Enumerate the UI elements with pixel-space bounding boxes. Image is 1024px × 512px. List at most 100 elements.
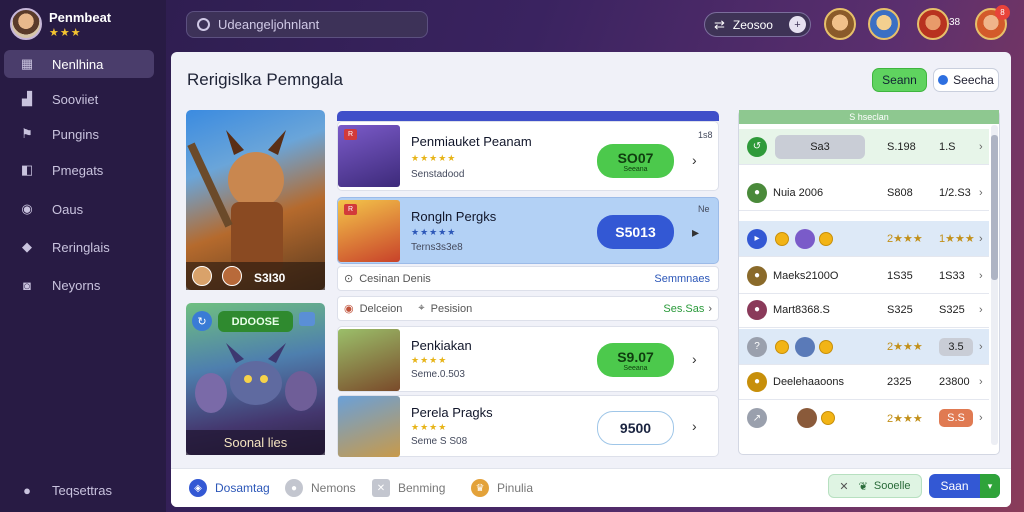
tab-1[interactable]: ● Nemons: [285, 478, 356, 498]
row-value-2: 1.S: [939, 140, 956, 153]
chat-icon[interactable]: [299, 312, 315, 326]
box-icon: ◧: [20, 162, 34, 177]
sidebar-item-2[interactable]: ⚑ Pungins: [4, 120, 154, 148]
info-right[interactable]: Ses.Sas: [663, 303, 704, 315]
table-row[interactable]: ↗ 2★★★ S.S ›: [739, 400, 989, 436]
chevron-down-icon[interactable]: ▾: [980, 474, 1000, 498]
coin-icon: [775, 339, 789, 354]
chevron-right-icon[interactable]: ›: [979, 270, 989, 282]
info-right[interactable]: Semmnaes: [654, 273, 710, 285]
chevron-right-icon[interactable]: ›: [979, 412, 989, 424]
puzzle-icon: ✕: [372, 479, 390, 497]
tab-label: Nemons: [311, 481, 356, 495]
schedule-button[interactable]: ✕ ❦ Sooelle: [828, 474, 922, 498]
tab-2[interactable]: ✕ Benming: [372, 478, 445, 498]
info-row[interactable]: ◉ Delceion ⌖ Pesision Ses.Sas ›: [337, 296, 719, 321]
row-value-1: 1S35: [887, 269, 913, 282]
item-subtitle: Terns3s3e8: [411, 242, 463, 253]
row-name: Nuia 2006: [773, 186, 824, 199]
close-icon: ✕: [839, 480, 849, 493]
tab-label: Dosamtag: [215, 481, 270, 495]
search-button-label: Seecha: [953, 73, 994, 87]
profile-name: Penmbeat: [49, 10, 112, 25]
table-row[interactable]: ● Maeks2100O 1S35 1S33 ›: [739, 258, 989, 294]
table-row[interactable]: ▸ 2★★★ 1★★★ ›: [739, 221, 989, 257]
price-button[interactable]: SO07 Seeana: [597, 144, 674, 178]
table-row[interactable]: ● Nuia 2006 S808 1/2.S3 ›: [739, 175, 989, 211]
featured-pill[interactable]: DDOOSE: [218, 311, 293, 332]
row-value-2: 1★★★: [939, 233, 975, 245]
coin-icon: [775, 231, 789, 246]
tab-0[interactable]: ◈ Dosamtag: [189, 478, 270, 498]
sidebar-item-1[interactable]: ▟ Sooviiet: [4, 85, 154, 113]
sidebar-item-label: Pungins: [52, 126, 99, 142]
primary-green-button[interactable]: Seann: [872, 68, 927, 92]
item-thumbnail: [338, 396, 400, 457]
row-value-1: 2★★★: [887, 233, 923, 245]
list-item[interactable]: Penkiakan ★★★★ Seme.0.503 S9.07 Seeana ›: [337, 326, 719, 392]
sidebar-item-0[interactable]: ▦ Nenlhina: [4, 50, 154, 78]
chevron-right-icon[interactable]: ›: [979, 187, 989, 199]
price-button[interactable]: S9.07 Seeana: [597, 343, 674, 377]
sidebar-item-3[interactable]: ◧ Pmegats: [4, 156, 154, 184]
chevron-right-icon[interactable]: ›: [979, 341, 989, 353]
table-row[interactable]: ● Mart8368.S S325 S325 ›: [739, 292, 989, 328]
sidebar-item-4[interactable]: ◉ Oaus: [4, 195, 154, 223]
page-title: Rerigislka Pemngala: [187, 70, 343, 89]
search-placeholder: Udeangeljohnlant: [218, 17, 320, 32]
chevron-right-icon[interactable]: ›: [979, 304, 989, 316]
sidebar-item-5[interactable]: ◆ Reringlais: [4, 233, 154, 261]
row-value-1: 2★★★: [887, 341, 923, 353]
coins-value: Zeosoo: [732, 17, 773, 32]
tab-3[interactable]: ♛ Pinulia: [471, 478, 533, 498]
play-icon: ▸: [747, 228, 767, 249]
hero-avatar-3[interactable]: [917, 8, 949, 40]
chevron-right-icon[interactable]: ›: [692, 418, 697, 434]
price-caption: Seeana: [623, 364, 648, 372]
hero-icon: [795, 336, 815, 357]
refresh-icon: ↺: [747, 136, 767, 157]
sidebar-item-6[interactable]: ◙ Neyorns: [4, 271, 154, 299]
chevron-right-icon[interactable]: ›: [979, 376, 989, 388]
search-input[interactable]: Udeangeljohnlant: [186, 11, 428, 38]
price-button[interactable]: 9500: [597, 411, 674, 445]
featured-value: S3I30: [254, 271, 286, 285]
avatar[interactable]: [10, 8, 42, 40]
sidebar-item-settings[interactable]: ● Teqsettras: [4, 476, 154, 504]
chevron-right-icon[interactable]: ›: [979, 141, 989, 153]
table-row[interactable]: ↺ Sa3 S.198 1.S ›: [739, 129, 989, 165]
coin-icon: [819, 339, 833, 354]
tab-label: Benming: [398, 481, 446, 495]
chevron-right-icon[interactable]: ›: [979, 233, 989, 245]
hero-avatar-2[interactable]: [868, 8, 900, 40]
scrollbar-thumb[interactable]: [991, 135, 998, 280]
leaf-icon: ❦: [858, 480, 868, 493]
list-item[interactable]: Perela Pragks ★★★★ Seme S S08 9500 ›: [337, 395, 719, 457]
chevron-right-icon[interactable]: ▸: [692, 224, 699, 241]
hero-avatar-1[interactable]: [824, 8, 856, 40]
add-coins-icon[interactable]: +: [789, 16, 806, 33]
info-row[interactable]: ⊙ Cesinan Denis Semmnaes: [337, 266, 719, 291]
price-button[interactable]: S5013: [597, 215, 674, 249]
hero-badge: 38: [949, 17, 961, 28]
sidebar-item-label: Reringlais: [52, 239, 110, 255]
item-subtitle: Seme S S08: [411, 436, 468, 447]
currency-pill[interactable]: ⇄ Zeosoo +: [704, 12, 811, 37]
info-icon: ⊙: [344, 273, 354, 285]
chevron-right-icon[interactable]: ›: [708, 303, 712, 315]
save-button[interactable]: Saan ▾: [929, 474, 1000, 498]
chevron-right-icon[interactable]: ›: [692, 351, 697, 367]
list-item[interactable]: R Penmiauket Peanam ★★★★★ Senstadood 1s8…: [337, 121, 719, 191]
chevron-right-icon[interactable]: ›: [692, 152, 697, 168]
profile-stars: ★★★: [49, 27, 82, 39]
search-icon: [197, 18, 210, 31]
search-button[interactable]: Seecha: [933, 68, 999, 92]
table-row[interactable]: ? 2★★★ 3.5 ›: [739, 329, 989, 365]
item-stars: ★★★★: [411, 422, 448, 432]
shield-icon: ●: [285, 479, 303, 497]
item-stars: ★★★★★: [411, 227, 457, 237]
refresh-icon[interactable]: ↻: [192, 311, 212, 331]
price-value: 9500: [619, 420, 652, 436]
table-row[interactable]: ● Deelehaaoons 2325 23800 ›: [739, 364, 989, 400]
list-item-selected[interactable]: R Rongln Pergks ★★★★★ Terns3s3e8 Ne S501…: [337, 197, 719, 264]
